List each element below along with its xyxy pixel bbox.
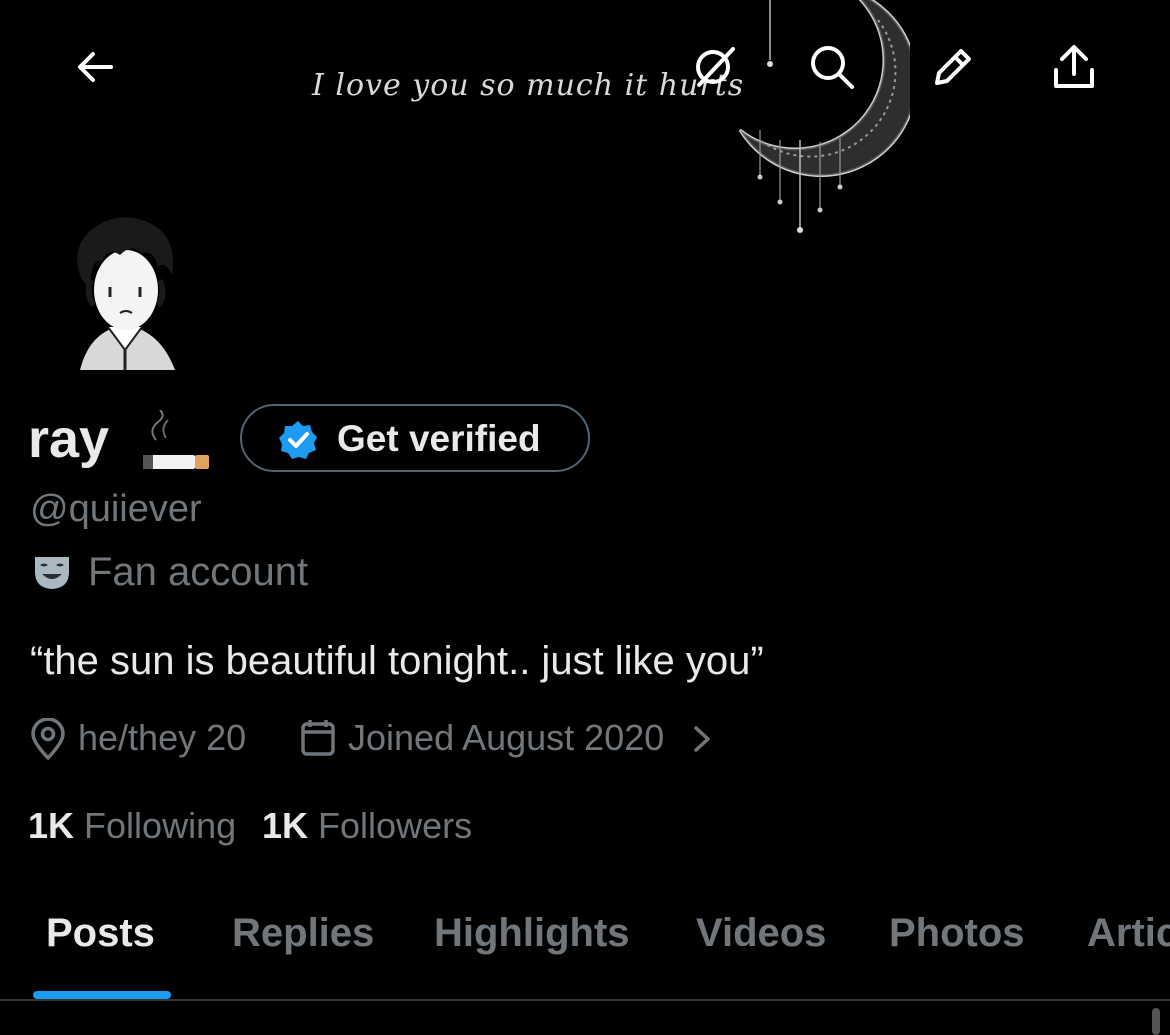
- tab-photos[interactable]: Photos: [889, 908, 1025, 958]
- tab-posts[interactable]: Posts: [46, 908, 155, 958]
- get-verified-label: Get verified: [337, 418, 541, 459]
- followers-label: Followers: [318, 805, 473, 846]
- location-pin-icon: [31, 718, 65, 760]
- back-button[interactable]: [60, 32, 130, 102]
- handle: @quiiever: [30, 488, 202, 530]
- tab-highlights[interactable]: Highlights: [434, 908, 630, 958]
- tab-articles[interactable]: Artic: [1087, 908, 1170, 958]
- edit-button[interactable]: [918, 32, 988, 102]
- following-stat[interactable]: 1K Following: [28, 804, 236, 848]
- share-button[interactable]: [1039, 32, 1109, 102]
- arrow-left-icon: [78, 52, 113, 82]
- display-name: ray: [28, 409, 110, 469]
- get-verified-button[interactable]: Get verified: [240, 404, 590, 472]
- tab-videos[interactable]: Videos: [696, 908, 826, 958]
- tab-replies[interactable]: Replies: [232, 908, 374, 958]
- avatar[interactable]: [50, 205, 200, 375]
- profile-banner: I love you so much it hurts: [0, 0, 1170, 235]
- search-icon: [811, 46, 854, 89]
- location-text: he/they 20: [78, 717, 247, 758]
- pencil-icon: [935, 49, 971, 85]
- chevron-right-icon[interactable]: [690, 720, 714, 758]
- cigarette-emoji: [143, 410, 209, 469]
- calendar-icon: [301, 720, 335, 756]
- bio: “the sun is beautiful tonight.. just lik…: [30, 639, 764, 683]
- active-tab-indicator: [33, 991, 171, 999]
- search-button[interactable]: [797, 32, 867, 102]
- following-count: 1K: [28, 805, 75, 846]
- share-icon: [1054, 45, 1094, 88]
- account-category: Fan account: [88, 550, 309, 594]
- followers-stat[interactable]: 1K Followers: [262, 804, 472, 848]
- followers-count: 1K: [262, 805, 309, 846]
- joined-date[interactable]: Joined August 2020: [348, 716, 664, 760]
- theater-masks-icon: [35, 557, 69, 589]
- tab-divider: [0, 999, 1170, 1001]
- following-label: Following: [84, 805, 237, 846]
- grok-icon: [696, 47, 735, 87]
- verified-badge-icon: [279, 421, 317, 459]
- scrollbar-thumb[interactable]: [1152, 1008, 1160, 1035]
- grok-button[interactable]: [680, 32, 750, 102]
